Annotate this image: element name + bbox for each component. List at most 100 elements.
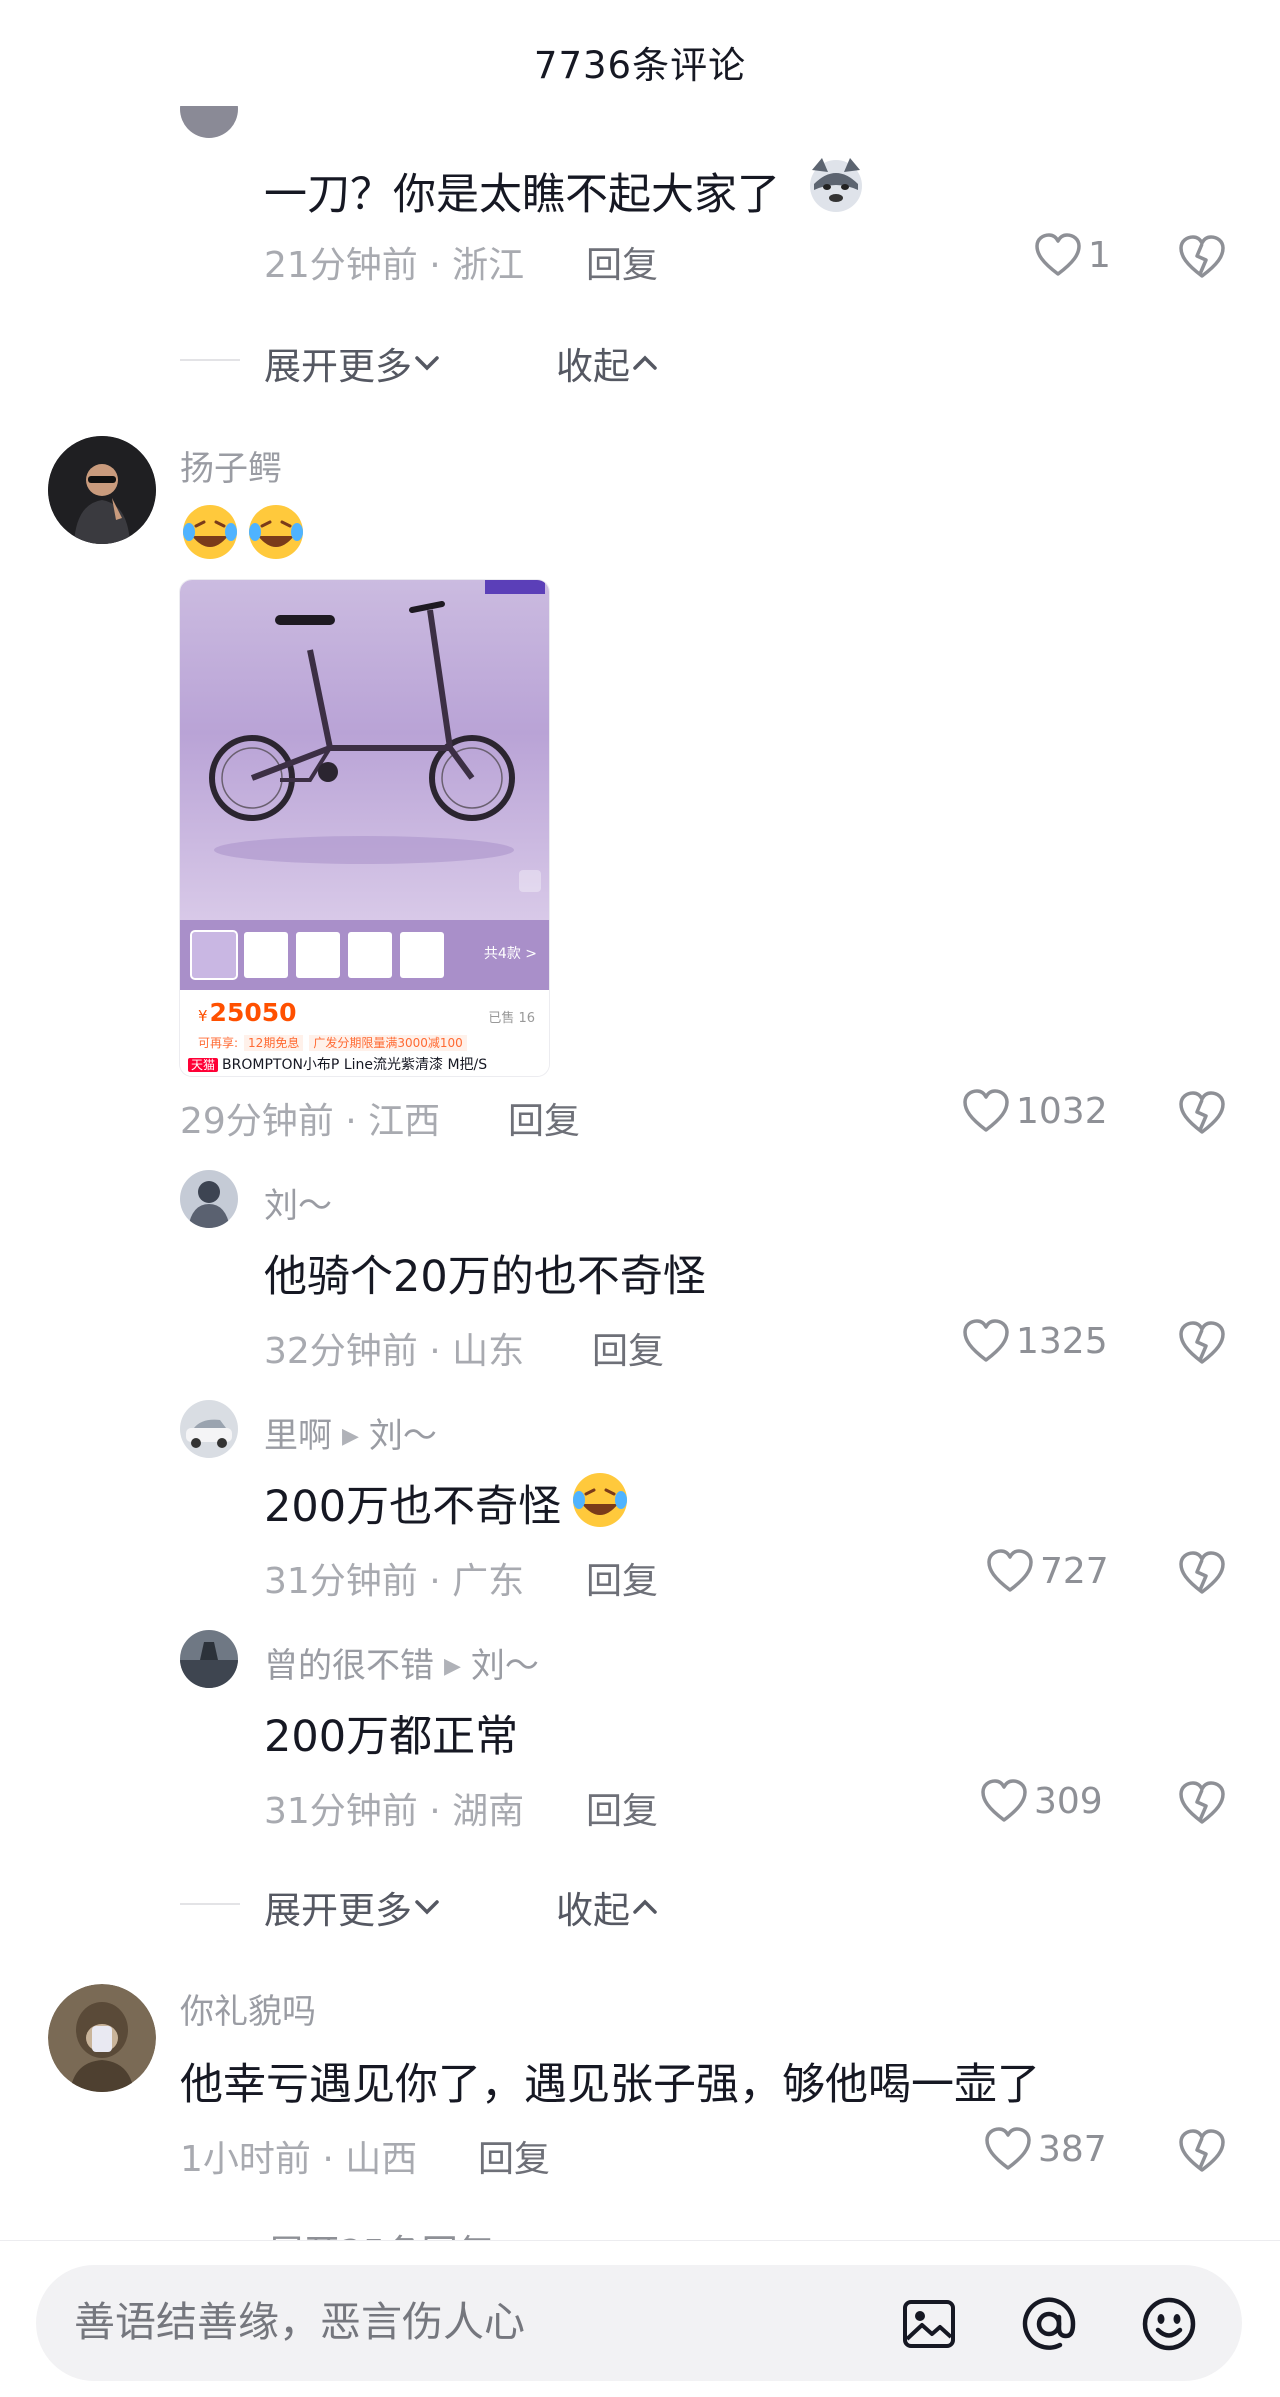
- heart-outline-icon: [987, 1549, 1033, 1592]
- reply-author[interactable]: 里啊: [264, 1416, 332, 1456]
- like-button[interactable]: 1032: [962, 1088, 1108, 1134]
- reply-username: 里啊 ▶ 刘～: [264, 1408, 437, 1457]
- avatar-monkey-icon: [48, 1984, 156, 2092]
- reply-button[interactable]: 回复: [586, 236, 658, 288]
- variant-thumbnails: 共4款 >: [180, 920, 549, 990]
- thumbnail: [400, 932, 444, 978]
- variant-count: 共4款 >: [483, 946, 537, 962]
- avatar[interactable]: [180, 1170, 238, 1228]
- corner-tag: [485, 580, 545, 594]
- laugh-cry-emoji-icon: [249, 505, 303, 559]
- reply-button[interactable]: 回复: [592, 1322, 664, 1374]
- reply-to-arrow-icon: ▶: [444, 1654, 461, 1679]
- avatar[interactable]: [48, 1984, 156, 2092]
- chevron-up-icon: [633, 1899, 657, 1914]
- expand-more-button[interactable]: 展开更多: [264, 1880, 442, 1934]
- broken-heart-icon[interactable]: [1178, 1090, 1226, 1136]
- image-icon[interactable]: [900, 2295, 958, 2353]
- reply-button[interactable]: 回复: [586, 1782, 658, 1834]
- comment-username[interactable]: 你礼貌吗: [180, 1984, 316, 2033]
- comment-text: 他幸亏遇见你了，遇见张子强，够他喝一壶了: [180, 2060, 1040, 2110]
- comment-input-box[interactable]: [36, 2265, 1242, 2381]
- heart-outline-icon: [963, 1319, 1009, 1362]
- chevron-up-icon: [633, 355, 657, 370]
- husky-emoji-icon: [810, 158, 862, 212]
- broken-heart-icon[interactable]: [1178, 1780, 1226, 1826]
- promo-label: 可再享:: [198, 1036, 239, 1050]
- like-button[interactable]: 727: [986, 1548, 1109, 1594]
- reply-button[interactable]: 回复: [508, 1092, 580, 1144]
- heart-outline-icon: [963, 1089, 1009, 1132]
- avatar-figure-icon: [48, 436, 156, 544]
- like-count: 1325: [1016, 1320, 1108, 1362]
- comment-meta: 1小时前 · 山西: [180, 2139, 418, 2180]
- reply-meta: 31分钟前 · 广东: [264, 1561, 525, 1602]
- thumbnail: [348, 932, 392, 978]
- smile-icon[interactable]: [1140, 2295, 1198, 2353]
- expand-replies-link[interactable]: 展开25条回复: [268, 2226, 568, 2240]
- reply-text: 200万也不奇怪: [264, 1482, 562, 1532]
- store-tag: 天猫: [188, 1058, 219, 1072]
- mute-icon: [519, 870, 541, 892]
- avatar[interactable]: [48, 436, 156, 544]
- comment-username[interactable]: 扬子鳄: [180, 441, 282, 490]
- reply-target[interactable]: 刘～: [369, 1416, 437, 1456]
- reply-username[interactable]: 刘～: [264, 1178, 332, 1227]
- collapse-label: 收起: [556, 1889, 630, 1932]
- like-button[interactable]: 387: [984, 2126, 1107, 2172]
- heart-outline-icon: [985, 2127, 1031, 2170]
- bike-photo: [180, 580, 549, 920]
- chevron-down-icon: [415, 1900, 439, 1915]
- folding-bike-icon: [209, 601, 515, 864]
- broken-heart-icon[interactable]: [1178, 234, 1226, 280]
- broken-heart-icon[interactable]: [1178, 1320, 1226, 1366]
- reply-meta: 31分钟前 · 湖南: [264, 1791, 525, 1832]
- promo-line: 可再享: 12期免息 广发分期限量满3000减100: [198, 1034, 467, 1051]
- like-count: 309: [1034, 1780, 1103, 1822]
- thumbnail: [244, 932, 288, 978]
- like-button[interactable]: 309: [980, 1778, 1103, 1824]
- expand-more-label: 展开更多: [264, 1889, 412, 1932]
- comment-text: 一刀？你是太瞧不起大家了: [264, 170, 780, 220]
- reply-username: 曾的很不错 ▶ 刘～: [264, 1638, 539, 1687]
- reply-meta: 32分钟前 · 山东: [264, 1331, 525, 1372]
- reply-button[interactable]: 回复: [478, 2130, 550, 2182]
- heart-outline-icon: [1035, 233, 1081, 276]
- like-count: 387: [1038, 2128, 1107, 2170]
- avatar[interactable]: [180, 1630, 238, 1688]
- collapse-button[interactable]: 收起: [556, 336, 660, 390]
- like-button[interactable]: 1325: [962, 1318, 1108, 1364]
- broken-heart-icon[interactable]: [1178, 1550, 1226, 1596]
- scrolled-username: [268, 106, 948, 134]
- like-count: 1032: [1016, 1090, 1108, 1132]
- expand-divider: [180, 359, 240, 361]
- avatar-figure-icon: [180, 1170, 238, 1228]
- reply-button[interactable]: 回复: [586, 1552, 658, 1604]
- collapse-button[interactable]: 收起: [556, 1880, 660, 1934]
- price-area: ¥25050 已售 16 可再享: 12期免息 广发分期限量满3000减100 天猫…: [180, 990, 549, 1076]
- collapse-label: 收起: [556, 345, 630, 388]
- reply-target[interactable]: 刘～: [471, 1646, 539, 1686]
- reply-text: 他骑个20万的也不奇怪: [264, 1252, 706, 1302]
- like-count: 1: [1088, 234, 1111, 276]
- at-icon[interactable]: [1020, 2295, 1078, 2353]
- avatar-figure-icon: [180, 1630, 238, 1688]
- expand-replies-label: 展开25条回复: [268, 2226, 568, 2240]
- product-title-text: BROMPTON小布P Line流光紫清漆 M把/S: [222, 1057, 488, 1073]
- promo-tag: 12期免息: [244, 1035, 304, 1051]
- like-button[interactable]: 1: [1034, 232, 1111, 278]
- reply-author[interactable]: 曾的很不错: [264, 1646, 434, 1686]
- laugh-cry-emoji-icon: [183, 505, 237, 559]
- comment-input[interactable]: [74, 2298, 834, 2346]
- price-value: 25050: [209, 998, 297, 1027]
- reply-to-arrow-icon: ▶: [342, 1424, 359, 1449]
- broken-heart-icon[interactable]: [1178, 2128, 1226, 2174]
- product-price: ¥25050: [198, 998, 297, 1027]
- product-screenshot-image[interactable]: 共4款 > ¥25050 已售 16 可再享: 12期免息 广发分期限量满3000减…: [180, 580, 549, 1076]
- thumbnail: [190, 930, 238, 980]
- expand-more-button[interactable]: 展开更多: [264, 336, 442, 390]
- expand-divider: [180, 1903, 240, 1905]
- avatar[interactable]: [180, 1400, 238, 1458]
- laugh-cry-emoji-icon: [573, 1473, 627, 1527]
- currency-symbol: ¥: [198, 1007, 208, 1025]
